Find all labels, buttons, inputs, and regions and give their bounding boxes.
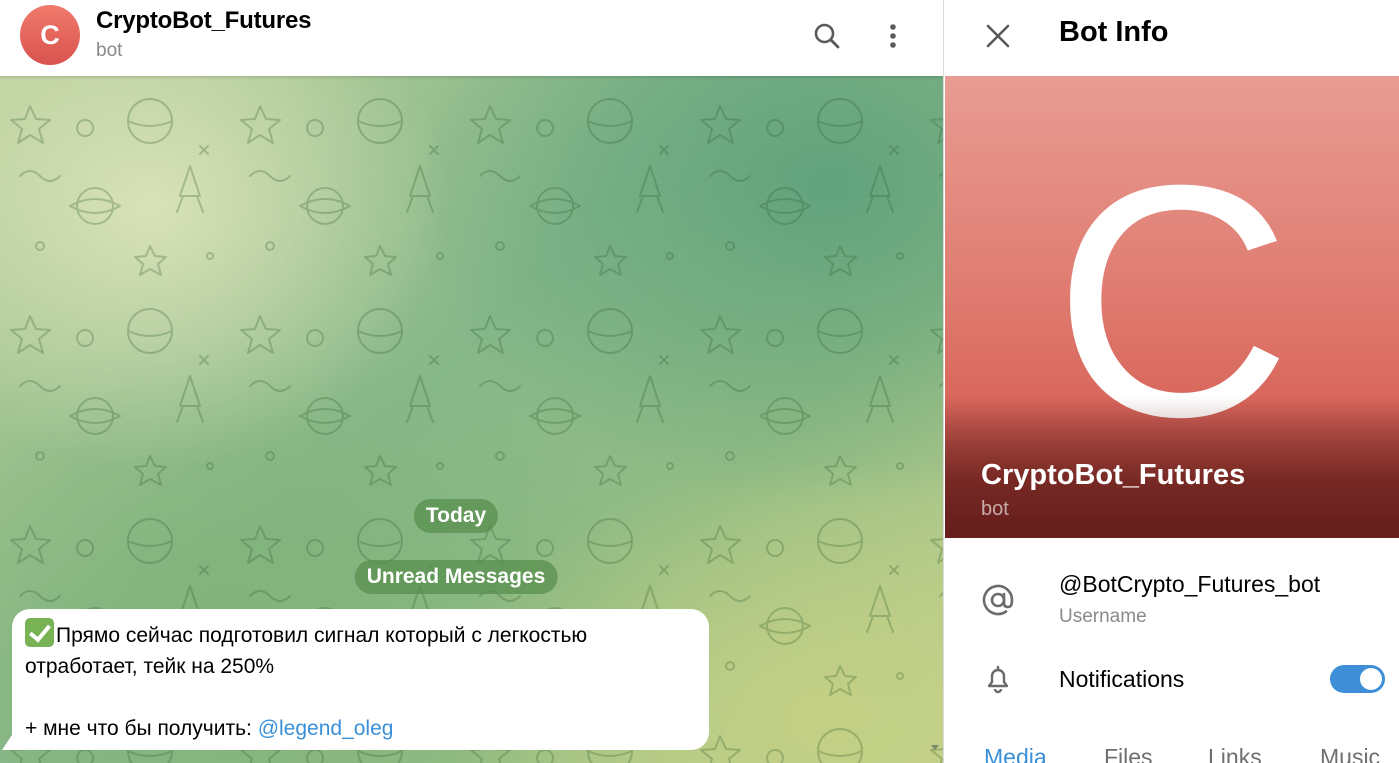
close-button[interactable] — [976, 14, 1020, 58]
notifications-row[interactable]: Notifications — [944, 650, 1399, 710]
profile-subtitle: bot — [981, 498, 1009, 520]
chat-avatar[interactable]: C — [20, 5, 80, 65]
username-row[interactable]: @BotCrypto_Futures_bot Username — [944, 560, 1399, 640]
profile-hero[interactable]: C CryptoBot_Futures bot — [945, 76, 1399, 538]
chat-subtitle: bot — [96, 40, 123, 61]
username-label: Username — [1059, 606, 1147, 627]
mention-link[interactable]: @legend_oleg — [258, 717, 394, 740]
toggle-knob — [1360, 668, 1382, 690]
message-text-1: Прямо сейчас подготовил сигнал который с… — [56, 624, 588, 647]
search-icon — [814, 23, 840, 49]
notifications-label: Notifications — [1059, 666, 1185, 692]
check-mark-icon — [25, 618, 54, 647]
tab-links[interactable]: Links — [1208, 744, 1262, 763]
tab-files[interactable]: Files — [1104, 744, 1153, 763]
message-text-3: + мне что бы получить: — [25, 717, 258, 740]
tab-media[interactable]: Media — [984, 744, 1047, 763]
chat-avatar-letter: C — [40, 19, 60, 50]
date-separator: Today — [413, 499, 499, 533]
more-button[interactable] — [871, 14, 915, 58]
chat-header[interactable]: C CryptoBot_Futures bot — [0, 0, 943, 76]
media-tabs: Media Files Links Music — [944, 738, 1399, 763]
search-button[interactable] — [805, 14, 849, 58]
message-line-1: Прямо сейчас подготовил сигнал который с… — [25, 618, 695, 651]
unread-separator: Unread Messages — [354, 560, 558, 594]
message-text-2: отработает, тейк на 250% — [25, 655, 275, 678]
scroll-down-indicator[interactable] — [931, 745, 939, 750]
more-vertical-icon — [890, 24, 896, 48]
username-value: @BotCrypto_Futures_bot — [1059, 571, 1321, 597]
message-line-3: + мне что бы получить: @legend_oleg — [25, 713, 695, 744]
info-title: Bot Info — [1059, 16, 1169, 48]
chat-pane: C CryptoBot_Futures bot Today Unread Mes… — [0, 0, 943, 763]
info-header: Bot Info — [944, 0, 1399, 76]
bot-info-panel: Bot Info C CryptoBot_Futures bot @BotCry… — [943, 0, 1399, 763]
chat-title[interactable]: CryptoBot_Futures — [96, 7, 311, 35]
message-bubble[interactable]: Прямо сейчас подготовил сигнал который с… — [12, 609, 709, 750]
bell-icon — [980, 661, 1016, 697]
notifications-toggle[interactable] — [1330, 665, 1385, 693]
at-icon — [980, 582, 1016, 618]
profile-name: CryptoBot_Futures — [981, 459, 1246, 491]
close-icon — [986, 24, 1010, 48]
tab-music[interactable]: Music — [1320, 744, 1380, 763]
